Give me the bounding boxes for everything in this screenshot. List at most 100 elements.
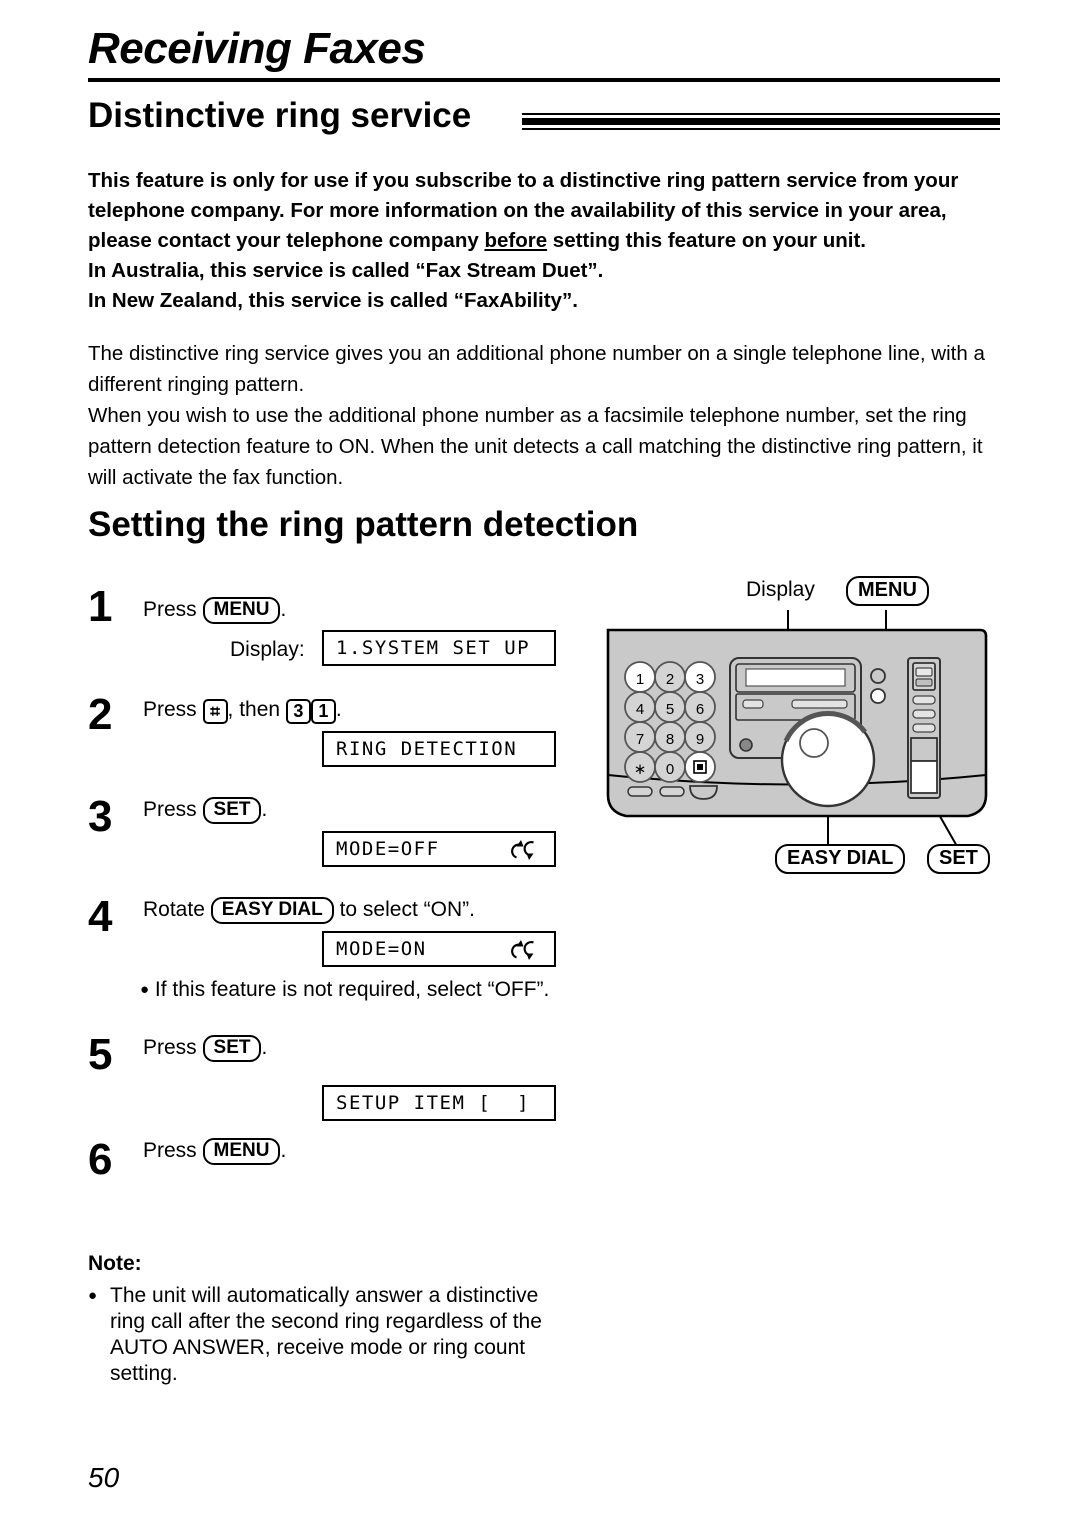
step-number-1: 1 [88, 582, 113, 631]
lcd-text-3: MODE=OFF [336, 838, 440, 860]
lcd-text-5: SETUP ITEM [ ] [336, 1092, 531, 1114]
digit-key-1[interactable]: 1 [310, 699, 336, 724]
display-label-1: Display: [230, 638, 305, 661]
svg-text:7: 7 [636, 731, 644, 748]
indicator-lamp [870, 668, 886, 684]
title-underline-rule [88, 78, 1000, 82]
digit-key-3[interactable]: 3 [285, 699, 311, 724]
easy-dial-callout-badge: EASY DIAL [775, 844, 906, 874]
rotate-dial-icon [511, 840, 534, 860]
svg-text:9: 9 [696, 731, 704, 748]
body-paragraph-1: The distinctive ring service gives you a… [88, 342, 985, 396]
note-item-text: The unit will automatically answer a dis… [110, 1284, 542, 1385]
svg-text:0: 0 [666, 761, 674, 778]
step-3-period: . [261, 798, 268, 821]
step-5-verb: Press [143, 1036, 197, 1059]
rotate-dial-icon [511, 940, 534, 960]
page-number: 50 [88, 1462, 120, 1493]
step-4-suffix: to select “ON”. [339, 898, 475, 921]
step-2-comma: , then [227, 698, 281, 721]
column-button-2 [912, 709, 936, 719]
menu-key-badge[interactable]: MENU [202, 597, 281, 624]
section-heading: Distinctive ring service [88, 96, 472, 135]
set-callout-badge: SET [927, 844, 990, 874]
step-number-3: 3 [88, 792, 113, 841]
step-instruction-6: Press MENU. [143, 1138, 286, 1165]
svg-text:2: 2 [666, 671, 674, 688]
intro-line-4: In Australia, this service is called “Fa… [88, 259, 604, 282]
step-number-5: 5 [88, 1030, 113, 1079]
step-1-period: . [280, 598, 287, 621]
small-round-button [739, 738, 753, 752]
intro-before-emphasis: before [484, 229, 548, 252]
body-text: The distinctive ring service gives you a… [88, 338, 994, 493]
function-button-2 [659, 786, 685, 797]
intro-paragraph: This feature is only for use if you subs… [88, 166, 998, 316]
step-6-period: . [280, 1139, 287, 1162]
keypad-group: 1 2 3 4 5 6 7 8 9 ∗ 0 [624, 661, 716, 783]
intro-line-1: This feature is only for use if you subs… [88, 169, 959, 192]
display-callout-label: Display [746, 578, 815, 601]
intro-line-2: telephone company. For more information … [88, 199, 947, 222]
intro-line-3a: please contact your telephone company [88, 229, 485, 252]
lcd-display-1: 1.SYSTEM SET UP [322, 630, 556, 666]
note-heading: Note: [88, 1252, 142, 1275]
step-instruction-1: Press MENU. [143, 597, 286, 624]
svg-text:4: 4 [636, 701, 644, 718]
step-number-6: 6 [88, 1135, 113, 1184]
lcd-display-2: RING DETECTION [322, 731, 556, 767]
easy-dial-key-badge[interactable]: EASY DIAL [210, 897, 334, 924]
hash-key[interactable]: ⌗ [202, 699, 228, 724]
step-5-period: . [261, 1036, 268, 1059]
set-button [910, 760, 938, 794]
easy-dial-center [799, 728, 829, 758]
lcd-display-4: MODE=ON [322, 931, 556, 967]
svg-text:6: 6 [696, 701, 704, 718]
step-instruction-5: Press SET. [143, 1035, 267, 1062]
section-heading-rule [522, 113, 1000, 130]
step-3-verb: Press [143, 798, 197, 821]
step-6-verb: Press [143, 1139, 197, 1162]
step-instruction-2: Press ⌗, then 31. [143, 697, 342, 724]
svg-text:8: 8 [666, 731, 674, 748]
step-number-4: 4 [88, 892, 113, 941]
procedure-heading: Setting the ring pattern detection [88, 505, 639, 544]
step-number-2: 2 [88, 690, 113, 739]
column-button-1 [912, 695, 936, 705]
step-1-verb: Press [143, 598, 197, 621]
step-2-period: . [335, 698, 342, 721]
bullet-point-icon: ● [140, 981, 150, 998]
step-4-bullet-note: ● If this feature is not required, selec… [140, 978, 549, 1002]
column-button-3 [912, 723, 936, 733]
fax-machine-illustration: 1 2 3 4 5 6 7 8 9 ∗ 0 [606, 610, 988, 849]
body-paragraph-2: When you wish to use the additional phon… [88, 404, 983, 489]
lcd-screen [745, 668, 846, 687]
bullet-point-icon: ● [88, 1287, 98, 1304]
lcd-display-3: MODE=OFF [322, 831, 556, 867]
function-button-1 [627, 786, 653, 797]
step-4-verb: Rotate [143, 898, 205, 921]
handset-button [689, 785, 718, 800]
step-instruction-3: Press SET. [143, 797, 267, 824]
step-instruction-4: Rotate EASY DIAL to select “ON”. [143, 897, 475, 924]
strip-button-left [742, 699, 764, 709]
strip-button-right [791, 699, 848, 709]
svg-text:5: 5 [666, 701, 674, 718]
set-key-badge-step5[interactable]: SET [202, 1035, 262, 1062]
intro-line-5: In New Zealand, this service is called “… [88, 289, 578, 312]
lcd-text-1: 1.SYSTEM SET UP [336, 637, 531, 659]
svg-text:3: 3 [696, 671, 704, 688]
svg-text:1: 1 [636, 671, 644, 688]
svg-text:∗: ∗ [634, 761, 647, 778]
note-body: ● The unit will automatically answer a d… [88, 1283, 568, 1387]
set-key-badge-step3[interactable]: SET [202, 797, 262, 824]
menu-key-badge-step6[interactable]: MENU [202, 1138, 281, 1165]
menu-callout-badge: MENU [846, 576, 929, 606]
step-2-verb: Press [143, 698, 197, 721]
lcd-text-4: MODE=ON [336, 938, 427, 960]
lcd-display-5: SETUP ITEM [ ] [322, 1085, 556, 1121]
fax-machine-figure: 1 2 3 4 5 6 7 8 9 ∗ 0 Display MENU EASY … [600, 576, 1020, 880]
upper-large-button [910, 737, 938, 762]
lcd-text-2: RING DETECTION [336, 738, 518, 760]
page-title: Receiving Faxes [88, 24, 426, 73]
